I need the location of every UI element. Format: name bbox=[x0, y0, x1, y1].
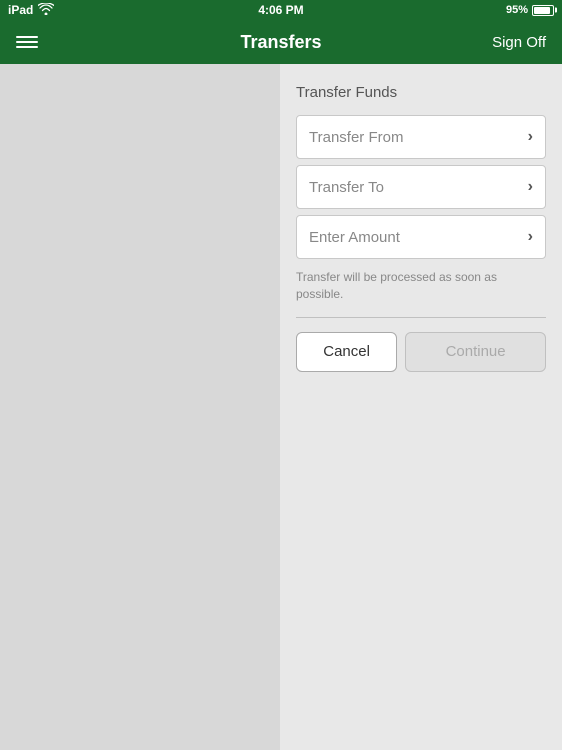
status-bar: iPad 4:06 PM 95% bbox=[0, 0, 562, 20]
transfer-from-chevron: › bbox=[528, 128, 533, 146]
wifi-icon bbox=[38, 3, 54, 18]
transfer-note: Transfer will be processed as soon as po… bbox=[296, 269, 546, 303]
status-right: 95% bbox=[506, 4, 554, 16]
battery-percent: 95% bbox=[506, 4, 528, 16]
continue-button[interactable]: Continue bbox=[405, 332, 546, 372]
button-row: Cancel Continue bbox=[296, 332, 546, 372]
main-content: Transfer Funds Transfer From › Transfer … bbox=[0, 64, 562, 750]
transfer-from-group: Transfer From › bbox=[296, 115, 546, 159]
enter-amount-chevron: › bbox=[528, 228, 533, 246]
enter-amount-row[interactable]: Enter Amount › bbox=[296, 215, 546, 259]
battery-icon bbox=[532, 5, 554, 16]
nav-bar: Transfers Sign Off bbox=[0, 20, 562, 64]
left-panel bbox=[0, 64, 280, 750]
sign-off-button[interactable]: Sign Off bbox=[488, 30, 550, 55]
transfer-to-group: Transfer To › bbox=[296, 165, 546, 209]
page-title: Transfers bbox=[240, 32, 321, 53]
right-panel: Transfer Funds Transfer From › Transfer … bbox=[280, 64, 562, 750]
transfer-to-label: Transfer To bbox=[309, 179, 384, 196]
transfer-to-chevron: › bbox=[528, 178, 533, 196]
carrier-label: iPad bbox=[8, 3, 33, 17]
transfer-from-row[interactable]: Transfer From › bbox=[296, 115, 546, 159]
enter-amount-label: Enter Amount bbox=[309, 229, 400, 246]
status-time: 4:06 PM bbox=[258, 3, 303, 17]
cancel-button[interactable]: Cancel bbox=[296, 332, 397, 372]
status-left: iPad bbox=[8, 3, 54, 18]
section-title: Transfer Funds bbox=[296, 84, 546, 101]
transfer-from-label: Transfer From bbox=[309, 129, 403, 146]
transfer-to-row[interactable]: Transfer To › bbox=[296, 165, 546, 209]
menu-button[interactable] bbox=[12, 32, 42, 52]
enter-amount-group: Enter Amount › bbox=[296, 215, 546, 259]
divider bbox=[296, 317, 546, 318]
